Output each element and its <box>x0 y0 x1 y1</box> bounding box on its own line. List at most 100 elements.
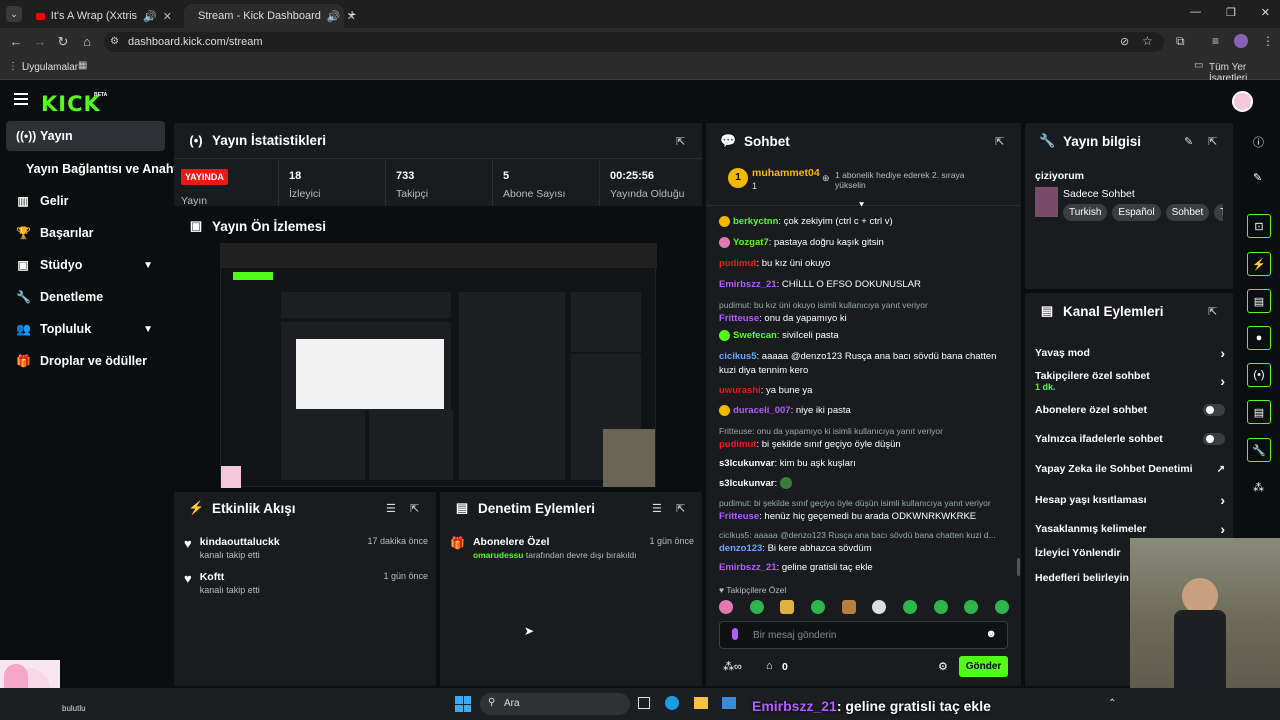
account-age-item[interactable]: Hesap yaşı kısıtlaması › <box>1035 492 1225 508</box>
media-icon[interactable]: ≡ <box>1212 34 1219 48</box>
address-input[interactable]: dashboard.kick.com/stream <box>104 32 1164 52</box>
taskview-icon[interactable] <box>638 697 650 709</box>
send-button[interactable]: Gönder <box>959 656 1008 677</box>
menu-icon[interactable]: ⋮ <box>1262 34 1274 48</box>
sidebar-item-drops[interactable]: 🎁 Droplar ve ödüller <box>6 346 165 376</box>
edge-icon[interactable] <box>665 696 679 710</box>
slow-mode-item[interactable]: Yavaş mod › <box>1035 345 1225 361</box>
sidebar-item-revenue[interactable]: ▥ Gelir <box>6 186 165 216</box>
sidebar-item-community[interactable]: 👥 Topluluk ▼ <box>6 314 165 344</box>
site-info-icon[interactable]: ⚙ <box>110 36 119 47</box>
sidebar-item-achievements[interactable]: 🏆 Başarılar <box>6 218 165 248</box>
edit-icon[interactable]: ✎ <box>1253 171 1262 184</box>
chat-username[interactable]: duraceli_007 <box>733 405 791 416</box>
popout-icon[interactable]: ⇱ <box>1208 305 1217 318</box>
profile-avatar[interactable] <box>1234 34 1248 48</box>
close-tab-icon[interactable]: ✕ <box>163 10 172 23</box>
filter-icon[interactable]: ☰ <box>386 502 396 515</box>
chat-scrollbar[interactable] <box>1017 558 1020 576</box>
sidebar-item-stream-key[interactable]: Yayın Bağlantısı ve Anahtarı <box>6 154 193 184</box>
popout-icon[interactable]: ⇱ <box>676 502 685 515</box>
emote-icon[interactable] <box>841 600 856 614</box>
sidebar-item-studio[interactable]: ▣ Stüdyo ▼ <box>6 250 165 280</box>
followers-only-item[interactable]: Takipçilere özel sohbet 1 dk. › <box>1035 370 1225 392</box>
chat-username[interactable]: cicikus5 <box>719 351 757 362</box>
popout-icon[interactable]: ⇱ <box>1208 135 1217 148</box>
chat-username[interactable]: denzo123 <box>719 543 762 554</box>
users-icon[interactable]: ⁂ <box>1253 481 1264 494</box>
sidebar-item-stream[interactable]: ((•)) Yayın <box>6 121 165 151</box>
chat-username[interactable]: s3lcukunvar <box>719 458 774 469</box>
browser-tab-youtube[interactable]: It's A Wrap (Xxtristanxo Full 🔊 ✕ <box>28 4 180 28</box>
star-icon[interactable]: ☆ <box>1142 34 1153 48</box>
explorer-icon[interactable] <box>694 697 708 709</box>
hamburger-icon[interactable] <box>14 93 28 105</box>
subscribers-only-toggle[interactable] <box>1203 404 1225 416</box>
emote-only-item[interactable]: Yalnızca ifadelerle sohbet <box>1035 433 1225 445</box>
reload-icon[interactable]: ↻ <box>55 34 71 50</box>
emote-icon[interactable] <box>780 600 795 614</box>
emote-icon[interactable] <box>964 600 979 614</box>
tab-groups-icon[interactable]: ▦ <box>78 60 87 71</box>
chat-username[interactable]: Emirbszz_21 <box>719 279 777 290</box>
back-icon[interactable]: ← <box>8 34 24 50</box>
users-icon[interactable]: ⁂∞ <box>723 660 742 673</box>
browser-tab-kick[interactable]: Stream - Kick Dashboard 🔊 ✕ <box>184 4 356 28</box>
chat-input[interactable]: Bir mesaj gönderin ☻ <box>719 621 1008 649</box>
chat-username[interactable]: Fritteuse <box>719 511 759 522</box>
bolt-icon[interactable]: ⚡ <box>1247 252 1271 276</box>
chat-username[interactable]: Emirbszz_21 <box>719 562 777 573</box>
sidebar-item-moderation[interactable]: 🔧 Denetleme <box>6 282 165 312</box>
emote-icon[interactable] <box>749 600 764 614</box>
chat-username[interactable]: s3lcukunvar <box>719 478 774 489</box>
extensions-icon[interactable]: ⧉ <box>1176 34 1185 49</box>
home-icon[interactable]: ⌂ <box>79 34 95 50</box>
emote-icon[interactable] <box>872 600 887 614</box>
wrench-icon[interactable]: 🔧 <box>1247 438 1271 462</box>
bookmark-apps[interactable]: Uygulamalar <box>22 62 78 73</box>
emote-icon[interactable] <box>810 600 825 614</box>
emote-icon[interactable] <box>719 600 733 614</box>
popout-icon[interactable]: ⇱ <box>995 135 1004 148</box>
kick-logo[interactable]: KICK <box>41 92 101 116</box>
chat-icon[interactable]: ● <box>1247 326 1271 350</box>
maximize-icon[interactable]: ❐ <box>1226 6 1236 19</box>
tab-list-button[interactable]: ⌄ <box>6 6 22 22</box>
settings-icon[interactable]: ⚙ <box>938 660 948 673</box>
document-icon[interactable]: ▤ <box>1247 289 1271 313</box>
chat-username[interactable]: pudimut <box>719 258 756 269</box>
edit-icon[interactable]: ✎ <box>1184 135 1193 148</box>
emote-only-toggle[interactable] <box>1203 433 1225 445</box>
chat-username[interactable]: uwurashi <box>719 385 761 396</box>
chat-username[interactable]: Fritteuse <box>719 313 759 324</box>
chevron-up-icon[interactable]: ⌃ <box>1108 698 1116 709</box>
new-tab-button[interactable]: + <box>348 6 356 22</box>
info-icon[interactable]: ⓘ <box>1253 134 1264 150</box>
banned-words-item[interactable]: Yasaklanmış kelimeler › <box>1035 521 1225 537</box>
chat-username[interactable]: berkyctnn <box>733 216 778 227</box>
emoji-icon[interactable]: ☻ <box>985 628 997 640</box>
stream-preview-video[interactable] <box>220 243 657 488</box>
pin-icon[interactable]: ⯆ <box>858 200 865 211</box>
taskbar-search[interactable]: ⚲ Ara <box>480 693 630 715</box>
chat-username[interactable]: Yozgat7 <box>733 237 769 248</box>
filter-icon[interactable]: ☰ <box>652 502 662 515</box>
broadcast-icon[interactable]: (•) <box>1247 363 1271 387</box>
minimize-icon[interactable]: — <box>1190 6 1201 19</box>
close-window-icon[interactable]: ✕ <box>1261 6 1270 19</box>
popout-icon[interactable]: ⇱ <box>676 135 685 148</box>
eye-off-icon[interactable]: ⊘ <box>1120 35 1129 48</box>
clip-icon[interactable]: ⊡ <box>1247 214 1271 238</box>
chat-username[interactable]: pudimut <box>719 439 756 450</box>
emote-icon[interactable] <box>902 600 917 614</box>
forward-icon[interactable]: → <box>32 34 48 50</box>
channel-icon[interactable]: ▤ <box>1247 400 1271 424</box>
user-avatar[interactable] <box>1232 91 1253 112</box>
popout-icon[interactable]: ⇱ <box>410 502 419 515</box>
ai-moderation-item[interactable]: Yapay Zeka ile Sohbet Denetimi ↗ <box>1035 463 1225 475</box>
photos-icon[interactable] <box>722 697 736 709</box>
chat-username[interactable]: Swefecan <box>733 330 777 341</box>
emote-icon[interactable] <box>994 600 1009 614</box>
windows-start-icon[interactable] <box>455 696 471 712</box>
store-icon[interactable]: ⌂ <box>766 660 773 672</box>
